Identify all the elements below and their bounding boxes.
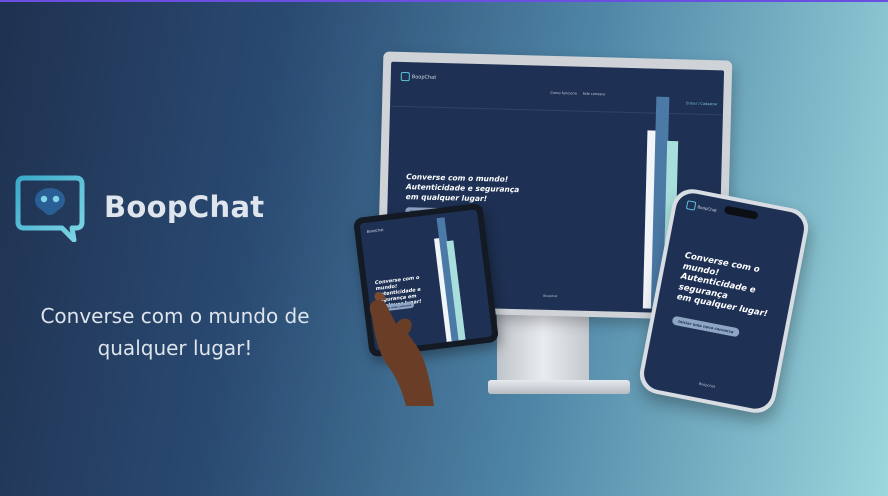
- top-accent-line: [0, 0, 888, 2]
- monitor-hero-title: Converse com o mundo! Autenticidade e se…: [406, 172, 520, 205]
- monitor-stand-base: [488, 380, 630, 394]
- monitor-logo: BoopChat: [400, 71, 437, 82]
- phone-notch: [723, 205, 759, 220]
- monitor-login-link[interactable]: Entrar / Cadastrar: [686, 101, 718, 106]
- monitor-divider: [390, 105, 723, 116]
- monitor-logo-icon: [400, 71, 410, 82]
- monitor-stand-neck: [497, 314, 589, 388]
- phone-logo: BoopChat: [685, 200, 718, 215]
- tablet-logo: BoopChat: [366, 227, 384, 234]
- phone-logo-icon: [685, 200, 697, 211]
- phone-footer: Boopchat: [698, 381, 716, 389]
- monitor-nav-item[interactable]: Fale conosco: [583, 92, 605, 97]
- boopchat-logo-icon: [15, 175, 85, 242]
- monitor-nav-item[interactable]: Como funciona: [550, 91, 576, 96]
- phone-logo-text: BoopChat: [697, 204, 718, 213]
- hand-illustration: [369, 292, 434, 406]
- phone-start-chat-button[interactable]: Iniciar uma nova conversa: [671, 315, 741, 338]
- monitor-logo-text: BoopChat: [411, 73, 437, 81]
- monitor-footer: Boopchat: [543, 293, 558, 299]
- phone-hero-title: Converse com o mundo! Autenticidade e se…: [676, 251, 777, 320]
- tagline: Converse com o mundo de qualquer lugar!: [20, 300, 330, 364]
- tagline-line-2: qualquer lugar!: [97, 336, 253, 360]
- monitor-nav: Como funciona Fale conosco: [550, 91, 605, 96]
- tagline-line-1: Converse com o mundo de: [40, 304, 310, 328]
- brand-name: BoopChat: [104, 190, 265, 224]
